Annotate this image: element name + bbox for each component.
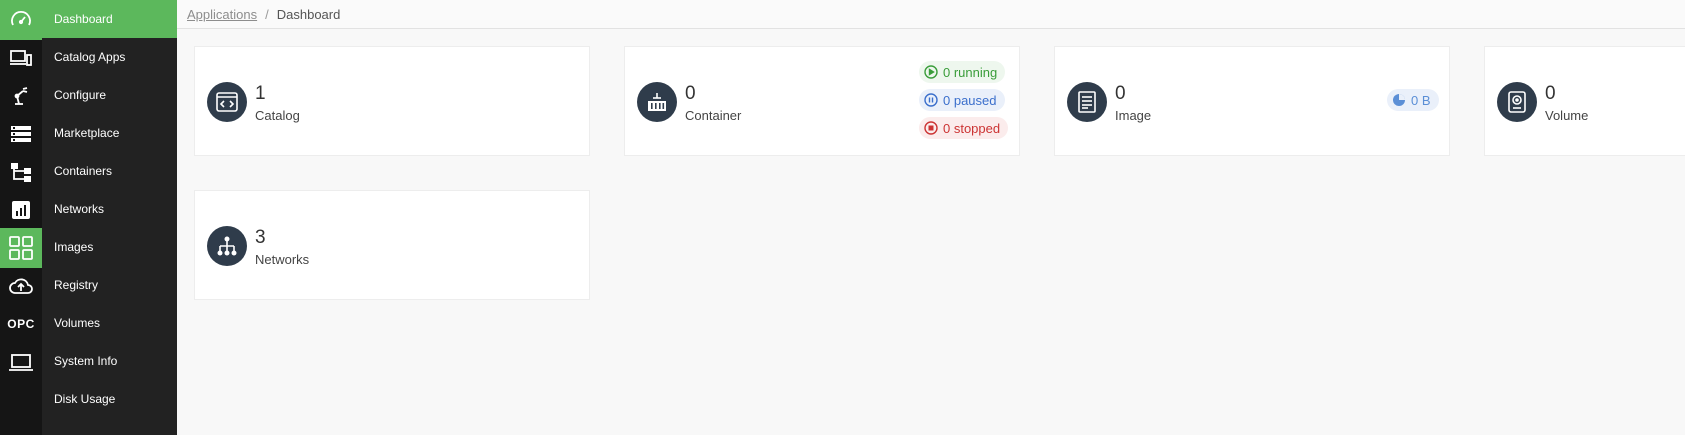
sidebar-item-configure[interactable]: Configure [42, 76, 177, 114]
network-tree-icon [207, 226, 247, 266]
sidebar-nav: Dashboard Catalog Apps Configure Marketp… [42, 0, 177, 435]
image-card[interactable]: 0 Image 0 B [1054, 46, 1450, 156]
breadcrumb: Applications / Dashboard [177, 0, 1685, 29]
sidebar-item-registry[interactable]: Registry [42, 266, 177, 304]
opc-text-icon: OPC [7, 317, 35, 331]
sidebar-item-system-info[interactable]: System Info [42, 342, 177, 380]
image-count: 0 [1115, 83, 1126, 104]
running-text: 0 running [943, 64, 998, 80]
rail-containers[interactable] [0, 152, 42, 192]
container-icon [637, 82, 677, 122]
breadcrumb-separator: / [265, 6, 269, 22]
image-label: Image [1115, 108, 1152, 123]
stopped-text: 0 stopped [943, 120, 1001, 136]
pause-circle-icon [924, 93, 938, 107]
running-badge[interactable]: 0 running [919, 61, 1006, 83]
volume-card[interactable]: 0 Volume [1484, 46, 1685, 156]
paused-text: 0 paused [943, 92, 997, 108]
container-card[interactable]: 0 Container 0 running 0 paused 0 stopped [624, 46, 1020, 156]
volume-count: 0 [1545, 83, 1556, 104]
sidebar-item-containers[interactable]: Containers [42, 152, 177, 190]
sidebar-item-networks[interactable]: Networks [42, 190, 177, 228]
container-count: 0 [685, 83, 696, 104]
rail-catalog-apps[interactable] [0, 38, 42, 78]
volume-label: Volume [1545, 108, 1589, 123]
container-label: Container [685, 108, 742, 123]
play-circle-icon [924, 65, 938, 79]
sidebar-item-volumes[interactable]: Volumes [42, 304, 177, 342]
rail-images[interactable] [0, 228, 42, 268]
rail-registry[interactable] [0, 266, 42, 306]
breadcrumb-applications-link[interactable]: Applications [187, 7, 257, 22]
networks-card[interactable]: 3 Networks [194, 190, 590, 300]
networks-count: 3 [255, 227, 266, 248]
catalog-card[interactable]: 1 Catalog [194, 46, 590, 156]
catalog-label: Catalog [255, 108, 300, 123]
code-window-icon [207, 82, 247, 122]
speedometer-icon [11, 11, 31, 26]
rail-volumes[interactable]: OPC [0, 304, 42, 344]
rail-system-info[interactable] [0, 342, 42, 382]
icon-rail: OPC [0, 0, 42, 435]
stopped-badge[interactable]: 0 stopped [919, 117, 1009, 139]
stop-circle-icon [924, 121, 938, 135]
paused-badge[interactable]: 0 paused [919, 89, 1005, 111]
robot-arm-icon [14, 87, 28, 105]
laptop-icon [9, 354, 33, 371]
image-file-icon [1067, 82, 1107, 122]
image-size-badge: 0 B [1387, 89, 1439, 111]
cloud-upload-icon [9, 278, 33, 294]
catalog-count: 1 [255, 83, 266, 104]
disk-drive-icon [1497, 82, 1537, 122]
image-size-text: 0 B [1411, 92, 1431, 108]
sidebar-item-dashboard[interactable]: Dashboard [42, 0, 177, 38]
devices-icon [10, 50, 32, 66]
sidebar-item-marketplace[interactable]: Marketplace [42, 114, 177, 152]
grid-icon [9, 236, 33, 260]
pie-chart-icon [1393, 94, 1405, 106]
rail-dashboard[interactable] [0, 0, 42, 40]
breadcrumb-current: Dashboard [276, 6, 341, 22]
networks-label: Networks [255, 252, 310, 267]
bar-chart-icon [12, 201, 30, 219]
sidebar-item-images[interactable]: Images [42, 228, 177, 266]
rail-networks[interactable] [0, 190, 42, 230]
rail-configure[interactable] [0, 76, 42, 116]
rail-marketplace[interactable] [0, 114, 42, 154]
hierarchy-icon [11, 163, 31, 182]
sidebar-item-catalog-apps[interactable]: Catalog Apps [42, 38, 177, 76]
sidebar-item-disk-usage[interactable]: Disk Usage [42, 380, 177, 418]
server-stack-icon [11, 126, 31, 142]
